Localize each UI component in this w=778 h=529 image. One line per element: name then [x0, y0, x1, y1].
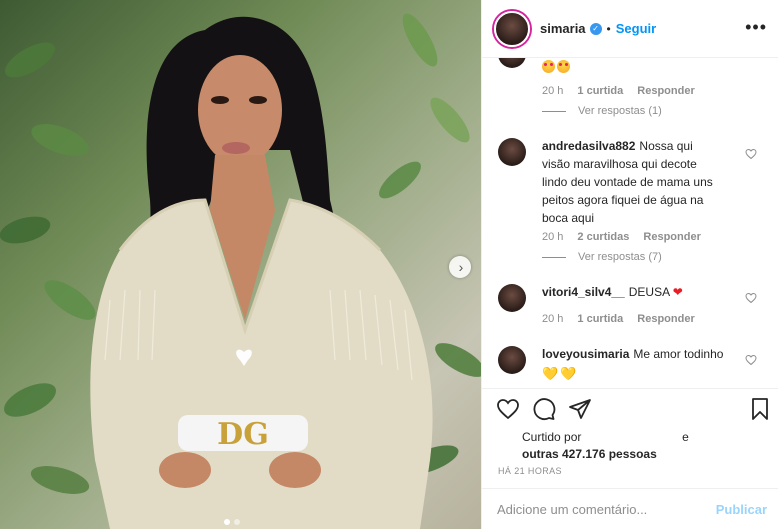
comment-meta: 20 h 1 curtida Responder — [542, 313, 695, 325]
post-photo[interactable]: DG › — [0, 0, 481, 529]
like-comment-heart-icon[interactable] — [745, 354, 757, 366]
comment-meta: 20 h 1 curtida Responder — [542, 85, 695, 97]
comment-time[interactable]: 20 h — [542, 313, 563, 325]
like-heart-icon[interactable] — [496, 397, 520, 421]
view-replies-button[interactable]: Ver respostas (7) — [542, 251, 662, 263]
heart-eyes-emoji-icon — [557, 60, 570, 73]
add-comment-bar: Publicar — [482, 488, 778, 529]
comment-input[interactable] — [497, 501, 716, 517]
post-side-panel: simaria ✓ • Seguir ••• 20 h 1 curtida Re… — [481, 0, 778, 529]
publish-button[interactable]: Publicar — [716, 502, 767, 517]
comment-bubble-icon[interactable] — [532, 397, 556, 421]
like-comment-heart-icon[interactable] — [745, 148, 757, 160]
like-comment-heart-icon[interactable] — [745, 292, 757, 304]
comment-avatar[interactable] — [498, 58, 526, 68]
reply-button[interactable]: Responder — [637, 85, 694, 97]
comment-body: DEUSA — [628, 285, 670, 299]
view-replies-label: Ver respostas (1) — [578, 105, 662, 117]
share-paper-plane-icon[interactable] — [568, 397, 592, 421]
comment-text — [542, 58, 572, 76]
carousel-dot — [234, 519, 240, 525]
comment-text: andredasilva882 Nossa qui visão maravilho… — [542, 137, 717, 227]
comment-likes[interactable]: 2 curtidas — [577, 231, 629, 243]
post-actions — [482, 388, 778, 428]
save-bookmark-icon[interactable] — [748, 397, 772, 421]
yellow-heart-emoji-icon: 💛 — [542, 366, 559, 381]
chevron-right-icon: › — [458, 259, 464, 275]
post-timestamp[interactable]: HÁ 21 HORAS — [498, 466, 562, 476]
comment-likes[interactable]: 1 curtida — [577, 313, 623, 325]
comment-text: loveyousimaria Me amor todinho 💛 💛 — [542, 345, 723, 383]
comment-meta: 20 h 2 curtidas Responder — [542, 231, 701, 243]
reply-button[interactable]: Responder — [637, 313, 694, 325]
comment-time[interactable]: 20 h — [542, 85, 563, 97]
carousel-indicator — [224, 519, 240, 525]
follow-button[interactable]: Seguir — [616, 21, 656, 36]
author-avatar[interactable] — [494, 10, 530, 47]
verified-badge-icon: ✓ — [589, 22, 602, 35]
heart-eyes-emoji-icon — [542, 60, 555, 73]
more-options-icon[interactable]: ••• — [745, 18, 767, 36]
liked-by-others[interactable]: outras 427.176 pessoas — [522, 447, 657, 461]
post-image: DG — [0, 13, 481, 529]
liked-by-prefix: Curtido por — [522, 430, 582, 444]
liked-by: Curtido por e outras 427.176 pessoas — [522, 429, 689, 463]
comment-body: Me amor todinho — [633, 347, 724, 361]
comment-time[interactable]: 20 h — [542, 231, 563, 243]
replies-line — [542, 110, 566, 112]
view-replies-label: Ver respostas (7) — [578, 251, 662, 263]
carousel-dot-active — [224, 519, 230, 525]
replies-line — [542, 256, 566, 258]
comment-avatar[interactable] — [498, 346, 526, 374]
red-heart-emoji-icon: ❤ — [672, 285, 683, 299]
comments-list[interactable]: 20 h 1 curtida Responder Ver respostas (… — [482, 58, 778, 388]
author-username[interactable]: simaria — [540, 21, 586, 36]
view-replies-button[interactable]: Ver respostas (1) — [542, 105, 662, 117]
comment-text: vitori4_silv4__ DEUSA ❤ — [542, 283, 683, 301]
comment-avatar[interactable] — [498, 138, 526, 166]
liked-by-connector: e — [682, 430, 689, 444]
comment-username[interactable]: loveyousimaria — [542, 347, 629, 361]
svg-text:DG: DG — [217, 417, 269, 452]
header-separator: • — [606, 21, 611, 36]
post-header: simaria ✓ • Seguir ••• — [482, 0, 778, 58]
comment-username[interactable]: vitori4_silv4__ — [542, 285, 625, 299]
reply-button[interactable]: Responder — [643, 231, 700, 243]
comment-username[interactable]: andredasilva882 — [542, 139, 635, 153]
yellow-heart-emoji-icon: 💛 — [560, 366, 577, 381]
comment-likes[interactable]: 1 curtida — [577, 85, 623, 97]
next-image-button[interactable]: › — [449, 256, 471, 278]
comment-avatar[interactable] — [498, 284, 526, 312]
